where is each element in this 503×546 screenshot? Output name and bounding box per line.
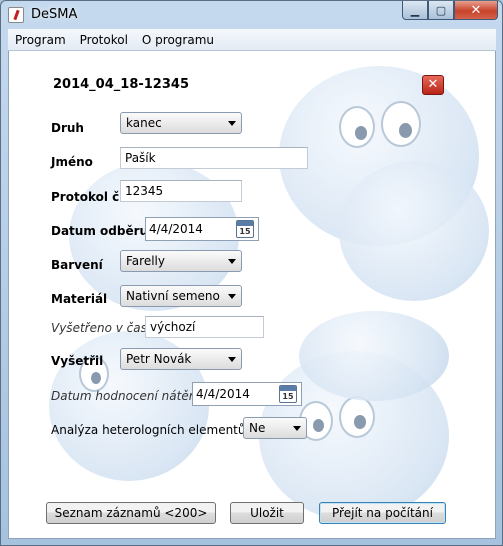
chevron-down-icon bbox=[228, 357, 236, 362]
vysetril-select[interactable]: Petr Novák bbox=[120, 348, 242, 370]
minimize-button[interactable]: ▁ bbox=[402, 1, 428, 20]
menu-program[interactable]: Program bbox=[8, 33, 73, 47]
chevron-down-icon bbox=[293, 426, 301, 431]
druh-value: kanec bbox=[126, 116, 162, 130]
record-close-button[interactable]: ✕ bbox=[422, 75, 444, 95]
menu-protokol[interactable]: Protokol bbox=[73, 33, 135, 47]
calendar-icon[interactable]: 15 bbox=[236, 220, 254, 238]
vysetril-value: Petr Novák bbox=[126, 352, 192, 366]
close-button[interactable]: ✕ bbox=[454, 1, 498, 20]
menu-o-programu[interactable]: O programu bbox=[135, 33, 221, 47]
chevron-down-icon bbox=[228, 259, 236, 264]
close-x-icon: ✕ bbox=[427, 77, 439, 92]
vysetreno-label: Vyšetřeno v čase bbox=[51, 321, 155, 335]
chevron-down-icon bbox=[228, 121, 236, 126]
druh-select[interactable]: kanec bbox=[120, 112, 242, 134]
window-title: DeSMA bbox=[31, 7, 78, 22]
title-bar[interactable]: DeSMA ▁ ▢ ✕ bbox=[1, 1, 502, 29]
app-icon[interactable] bbox=[8, 7, 24, 23]
jmeno-input[interactable]: Pašík bbox=[120, 147, 308, 169]
record-id-title: 2014_04_18-12345 bbox=[53, 77, 189, 92]
minimize-icon: ▁ bbox=[410, 3, 420, 17]
barveni-select[interactable]: Farelly bbox=[120, 250, 242, 272]
barveni-label: Barvení bbox=[51, 258, 103, 272]
vysetreno-input[interactable]: výchozí bbox=[145, 316, 264, 338]
seznam-zaznamu-button[interactable]: Seznam záznamů <200> bbox=[46, 502, 216, 524]
vysetril-label: Vyšetřil bbox=[51, 354, 104, 368]
app-window: DeSMA ▁ ▢ ✕ Program Protokol O programu … bbox=[0, 0, 503, 546]
analyza-select[interactable]: Ne bbox=[243, 417, 307, 439]
material-select[interactable]: Nativní semeno bbox=[120, 285, 242, 307]
maximize-icon: ▢ bbox=[435, 3, 447, 17]
calendar-icon[interactable]: 15 bbox=[279, 385, 297, 403]
maximize-button[interactable]: ▢ bbox=[428, 1, 454, 20]
close-icon: ✕ bbox=[470, 2, 482, 18]
ulozit-button[interactable]: Uložit bbox=[230, 502, 304, 524]
datum-odberu-value: 4/4/2014 bbox=[149, 222, 203, 236]
analyza-value: Ne bbox=[249, 421, 266, 435]
datum-odberu-picker[interactable]: 4/4/2014 15 bbox=[145, 217, 259, 241]
material-label: Materiál bbox=[51, 292, 108, 306]
prejit-na-pocitani-button[interactable]: Přejít na počítání bbox=[319, 502, 446, 524]
jmeno-label: Jméno bbox=[51, 155, 93, 169]
datum-hodnoceni-value: 4/4/2014 bbox=[196, 387, 250, 401]
protokol-input[interactable]: 12345 bbox=[120, 180, 242, 202]
datum-hodnoceni-label: Datum hodnocení nátěru bbox=[51, 389, 202, 403]
barveni-value: Farelly bbox=[126, 254, 165, 268]
druh-label: Druh bbox=[51, 121, 84, 135]
datum-hodnoceni-picker[interactable]: 4/4/2014 15 bbox=[192, 382, 302, 406]
analyza-label: Analýza heterologních elementů bbox=[51, 423, 246, 437]
material-value: Nativní semeno bbox=[126, 289, 220, 303]
form-panel: 2014_04_18-12345 ✕ Druh kanec Jméno Paší… bbox=[8, 51, 496, 539]
datum-odberu-label: Datum odběru bbox=[51, 224, 149, 238]
protokol-label: Protokol č. bbox=[51, 190, 124, 204]
chevron-down-icon bbox=[228, 294, 236, 299]
menu-bar: Program Protokol O programu bbox=[8, 29, 496, 51]
caption-buttons: ▁ ▢ ✕ bbox=[402, 1, 498, 21]
